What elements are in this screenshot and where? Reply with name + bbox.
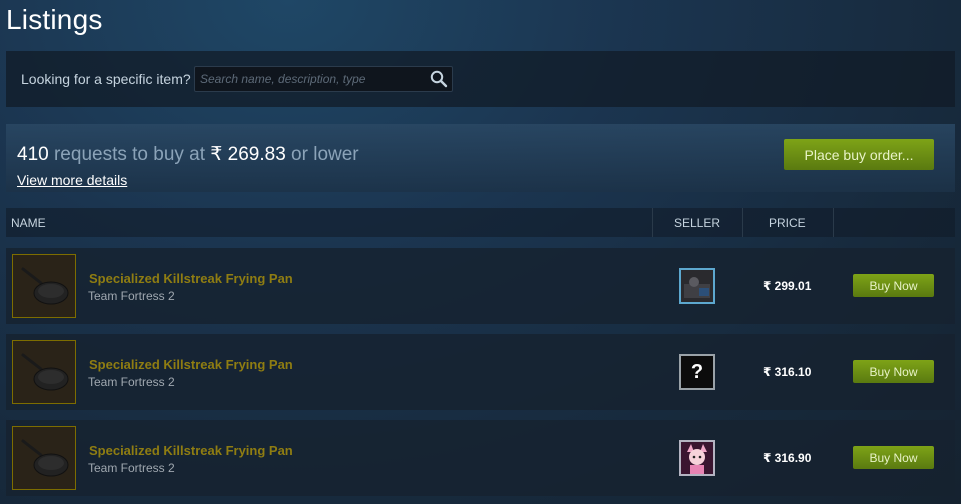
buy-now-button[interactable]: Buy Now [853,274,934,297]
listing-price: ₹ 299.01 [763,279,812,293]
seller-avatar[interactable] [679,440,715,476]
buy-order-summary: 410 requests to buy at ₹ 269.83 or lower [17,143,359,166]
seller-avatar-unknown[interactable]: ? [679,354,715,390]
search-input[interactable] [195,67,425,91]
search-box [194,66,453,92]
listing-price: ₹ 316.90 [763,451,812,465]
column-divider [652,208,653,237]
page-title: Listings [6,4,103,35]
buy-now-button[interactable]: Buy Now [853,360,934,383]
frying-pan-icon[interactable] [12,426,76,490]
listing-row: Specialized Killstreak Frying Pan Team F… [6,334,955,410]
buy-request-suffix: or lower [285,144,359,165]
item-name-link[interactable]: Specialized Killstreak Frying Pan [89,443,293,458]
frying-pan-icon[interactable] [12,340,76,404]
column-header-name: NAME [11,216,46,230]
item-game: Team Fortress 2 [88,461,175,475]
column-divider [742,208,743,237]
buy-now-button[interactable]: Buy Now [853,446,934,469]
listing-row: Specialized Killstreak Frying Pan Team F… [6,248,955,324]
buy-order-panel: 410 requests to buy at ₹ 269.83 or lower… [6,124,955,192]
buy-request-text: requests to buy at [48,144,211,165]
listing-price: ₹ 316.10 [763,365,812,379]
view-more-details-link[interactable]: View more details [17,172,127,188]
frying-pan-icon[interactable] [12,254,76,318]
buy-request-price: ₹ 269.83 [210,144,286,165]
item-name-link[interactable]: Specialized Killstreak Frying Pan [89,357,293,372]
column-header-seller: SELLER [674,216,721,230]
search-icon[interactable] [430,70,448,88]
buy-request-count: 410 [17,144,49,165]
listing-row: Specialized Killstreak Frying Pan Team F… [6,420,955,496]
column-header-price: PRICE [769,216,806,230]
search-panel: Looking for a specific item? [6,51,955,107]
item-game: Team Fortress 2 [88,375,175,389]
listing-table-header: NAME SELLER PRICE [6,208,955,237]
item-name-link[interactable]: Specialized Killstreak Frying Pan [89,271,293,286]
column-divider [833,208,834,237]
seller-avatar[interactable] [679,268,715,304]
item-game: Team Fortress 2 [88,289,175,303]
place-buy-order-button[interactable]: Place buy order... [784,139,934,170]
search-label: Looking for a specific item? [21,71,191,87]
